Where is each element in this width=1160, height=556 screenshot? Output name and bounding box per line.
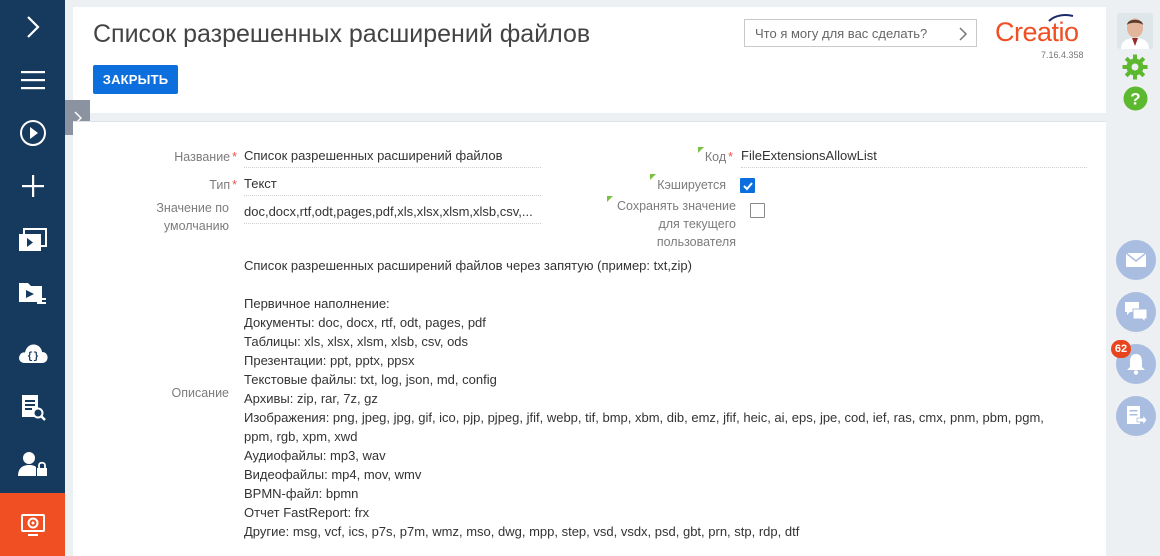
type-label: Тип * — [93, 176, 237, 194]
document-search-icon — [21, 395, 46, 421]
save-value-checkbox[interactable] — [750, 203, 765, 218]
mail-icon — [1125, 252, 1147, 267]
description-line — [244, 275, 1089, 294]
help-icon: ? — [1123, 86, 1148, 111]
version-label: 7.16.4.358 — [1041, 50, 1084, 60]
close-button[interactable]: ЗАКРЫТЬ — [93, 65, 178, 94]
document-search-button[interactable] — [0, 381, 65, 435]
default-value-field[interactable]: doc,docx,rtf,odt,pages,pdf,xls,xlsx,xlsm… — [244, 200, 541, 224]
description-line: Отчет FastReport: frx — [244, 505, 370, 520]
left-nav: {} — [0, 0, 65, 556]
save-value-label-line2: для текущего — [658, 217, 736, 231]
description-line: Документы: doc, docx, rtf, odt, pages, p… — [244, 315, 486, 330]
name-label-text: Название — [174, 150, 231, 164]
command-search-input[interactable]: Что я могу для вас сделать? — [744, 19, 977, 47]
feed-button[interactable] — [1116, 396, 1156, 436]
required-marker: * — [728, 150, 733, 164]
required-marker: * — [232, 178, 237, 192]
description-line: Презентации: ppt, pptx, ppsx — [244, 353, 415, 368]
page-header: Список разрешенных расширений файлов ЗАК… — [73, 7, 1106, 113]
expand-nav-button[interactable] — [0, 0, 65, 54]
lookup-form: Название * Список разрешенных расширений … — [73, 121, 1106, 556]
cached-checkbox[interactable] — [740, 178, 755, 193]
save-value-label-line3: пользователя — [656, 235, 736, 249]
name-field[interactable]: Список разрешенных расширений файлов — [244, 144, 541, 168]
creatio-logo: Creatio — [995, 14, 1079, 48]
bell-icon — [1127, 354, 1145, 375]
description-line: Изображения: png, jpeg, jpg, gif, ico, p… — [244, 410, 1044, 425]
save-value-label: Сохранять значение для текущего пользова… — [593, 197, 736, 251]
plus-icon — [21, 175, 44, 197]
user-lock-icon — [17, 452, 47, 476]
user-access-button[interactable] — [0, 437, 65, 491]
cached-label: Кэшируется — [657, 178, 726, 192]
description-line: BPMN-файл: bpmn — [244, 486, 359, 501]
help-button[interactable]: ? — [1123, 86, 1148, 116]
default-value-label-line1: Значение по — [156, 201, 229, 215]
play-icon — [19, 120, 46, 146]
description-line: Видеофайлы: mp4, mov, wmv — [244, 467, 422, 482]
user-photo-icon — [1117, 13, 1153, 49]
chat-button[interactable] — [1116, 292, 1156, 332]
required-marker: * — [232, 150, 237, 164]
chat-icon — [1125, 302, 1148, 323]
description-line: Аудиофайлы: mp3, wav — [244, 448, 386, 463]
description-line: Архивы: zip, rar, 7z, gz — [244, 391, 378, 406]
video-folder-button[interactable] — [0, 266, 65, 320]
settings-button[interactable] — [1122, 54, 1148, 85]
description-line: Первичное наполнение: — [244, 296, 390, 311]
name-label: Название * — [93, 148, 237, 166]
chevron-right-icon[interactable] — [958, 26, 968, 42]
default-value-label-line2: умолчанию — [163, 219, 229, 233]
search-placeholder: Что я могу для вас сделать? — [755, 25, 928, 41]
description-line: Таблицы: xls, xlsx, xlsm, xlsb, csv, ods — [244, 334, 469, 349]
cloud-code-icon: {} — [18, 344, 48, 363]
svg-text:{}: {} — [26, 351, 38, 363]
save-value-label-line1: Сохранять значение — [617, 199, 736, 213]
settings-monitor-icon — [20, 513, 45, 536]
type-label-text: Тип — [209, 178, 231, 192]
description-line: Другие: msg, vcf, ics, p7s, p7m, wmz, ms… — [244, 524, 800, 539]
svg-text:?: ? — [1130, 90, 1140, 109]
code-label-text: Код — [704, 150, 727, 164]
process-button[interactable] — [0, 106, 65, 160]
notification-count-badge: 62 — [1111, 340, 1131, 358]
cloud-code-button[interactable]: {} — [0, 326, 65, 380]
add-button[interactable] — [0, 159, 65, 213]
description-line: Текстовые файлы: txt, log, json, md, con… — [244, 372, 497, 387]
email-button[interactable] — [1116, 240, 1156, 280]
gear-icon — [1122, 54, 1148, 80]
folders-button[interactable] — [0, 213, 65, 267]
description-line: Список разрешенных расширений файлов чер… — [244, 258, 692, 273]
system-settings-button[interactable] — [0, 493, 65, 556]
default-value-label: Значение по умолчанию — [93, 199, 229, 235]
folders-icon — [18, 228, 47, 251]
code-field[interactable]: FileExtensionsAllowList — [741, 144, 1087, 168]
description-label: Описание — [171, 386, 229, 400]
video-folder-icon — [18, 283, 46, 304]
page-title: Список разрешенных расширений файлов — [93, 20, 591, 48]
logo-swoosh-icon — [1048, 14, 1074, 22]
code-label: Код * — [633, 148, 733, 166]
description-line: ppm, rgb, xpm, xwd — [244, 429, 358, 444]
type-field[interactable]: Текст — [244, 172, 541, 196]
description-field[interactable]: Список разрешенных расширений файлов чер… — [244, 256, 1089, 541]
menu-icon — [20, 71, 45, 90]
menu-button[interactable] — [0, 53, 65, 107]
avatar[interactable] — [1117, 13, 1153, 49]
chevron-right-icon — [26, 16, 40, 38]
check-icon — [743, 182, 753, 191]
document-arrow-icon — [1127, 406, 1147, 427]
